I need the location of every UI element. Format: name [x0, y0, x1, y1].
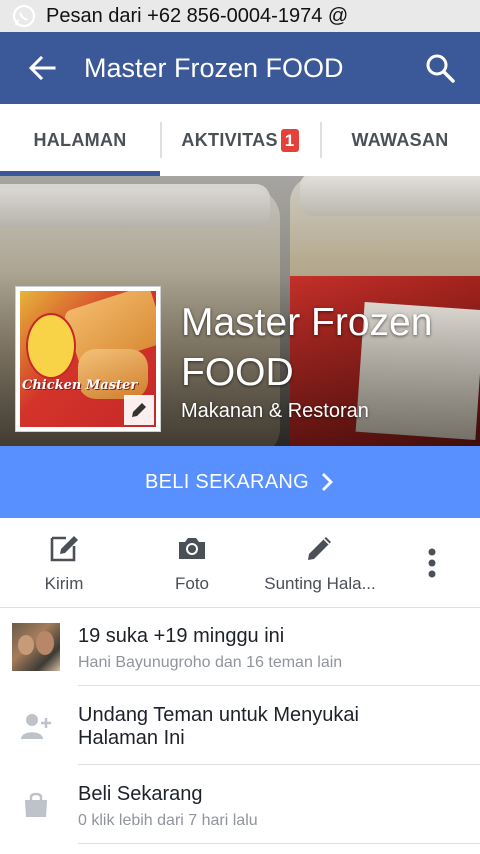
camera-icon [179, 538, 205, 559]
chevron-right-icon [321, 473, 333, 491]
add-friend-icon [21, 714, 51, 739]
buy-now-stats-subtitle: 0 klik lebih dari 7 hari lalu [78, 812, 258, 829]
buy-now-stats-title: Beli Sekarang [78, 783, 203, 805]
edit-profile-picture-button[interactable] [124, 395, 154, 425]
tab-wawasan[interactable]: WAWASAN [320, 104, 480, 176]
notification-badge: 1 [280, 128, 299, 152]
page-name: Master Frozen FOOD [181, 301, 433, 394]
likes-row[interactable]: 19 suka +19 minggu ini Hani Bayunugroho … [0, 607, 480, 686]
page-actions: Kirim Foto Sunting Hala... [0, 518, 480, 608]
more-vertical-icon [428, 548, 436, 577]
tab-halaman[interactable]: HALAMAN [0, 104, 160, 176]
buy-now-label: BELI SEKARANG [145, 470, 309, 493]
buy-now-stats-row[interactable]: Beli Sekarang 0 klik lebih dari 7 hari l… [0, 765, 480, 844]
whatsapp-icon [12, 4, 36, 28]
photo-label: Foto [174, 574, 210, 593]
invite-friends-label: Undang Teman untuk Menyukai Halaman Ini [78, 704, 359, 749]
pencil-icon [308, 537, 331, 560]
status-bar: Pesan dari +62 856-0004-1974 @ [0, 0, 480, 32]
tab-aktivitas[interactable]: AKTIVITAS 1 [160, 104, 320, 176]
compose-post-button[interactable]: Kirim [0, 518, 128, 607]
likes-count: 19 suka +19 minggu ini [78, 625, 285, 647]
notification-text: Pesan dari +62 856-0004-1974 @ [46, 4, 349, 27]
search-icon[interactable] [424, 52, 456, 84]
tab-divider [320, 122, 322, 158]
tab-wawasan-label: WAWASAN [351, 129, 449, 150]
edit-page-button[interactable]: Sunting Hala... [256, 518, 384, 607]
tab-bar: HALAMAN AKTIVITAS 1 WAWASAN [0, 104, 480, 177]
invite-friends-row[interactable]: Undang Teman untuk Menyukai Halaman Ini [0, 686, 480, 765]
app-bar-title: Master Frozen FOOD [84, 52, 344, 83]
pencil-icon [132, 403, 146, 417]
friend-avatar [12, 623, 60, 671]
tab-divider [160, 122, 162, 158]
more-options-button[interactable] [384, 518, 480, 607]
tab-aktivitas-label: AKTIVITAS [181, 129, 278, 150]
edit-page-label: Sunting Hala... [264, 574, 376, 593]
chicken-mascot-icon [26, 313, 76, 379]
photo-button[interactable]: Foto [128, 518, 256, 607]
shopping-bag-icon [25, 792, 47, 817]
profile-logo-text: Chicken Master [22, 378, 138, 393]
app-bar: Master Frozen FOOD [0, 32, 480, 104]
tab-halaman-label: HALAMAN [33, 129, 127, 150]
likes-friends: Hani Bayunugroho dan 16 teman lain [78, 654, 343, 671]
profile-picture[interactable]: Chicken Master [15, 286, 161, 432]
compose-icon [50, 536, 78, 562]
back-arrow-icon[interactable] [26, 52, 58, 84]
buy-now-button[interactable]: BELI SEKARANG [0, 446, 480, 518]
compose-label: Kirim [44, 574, 84, 593]
page-category: Makanan & Restoran [181, 400, 369, 422]
